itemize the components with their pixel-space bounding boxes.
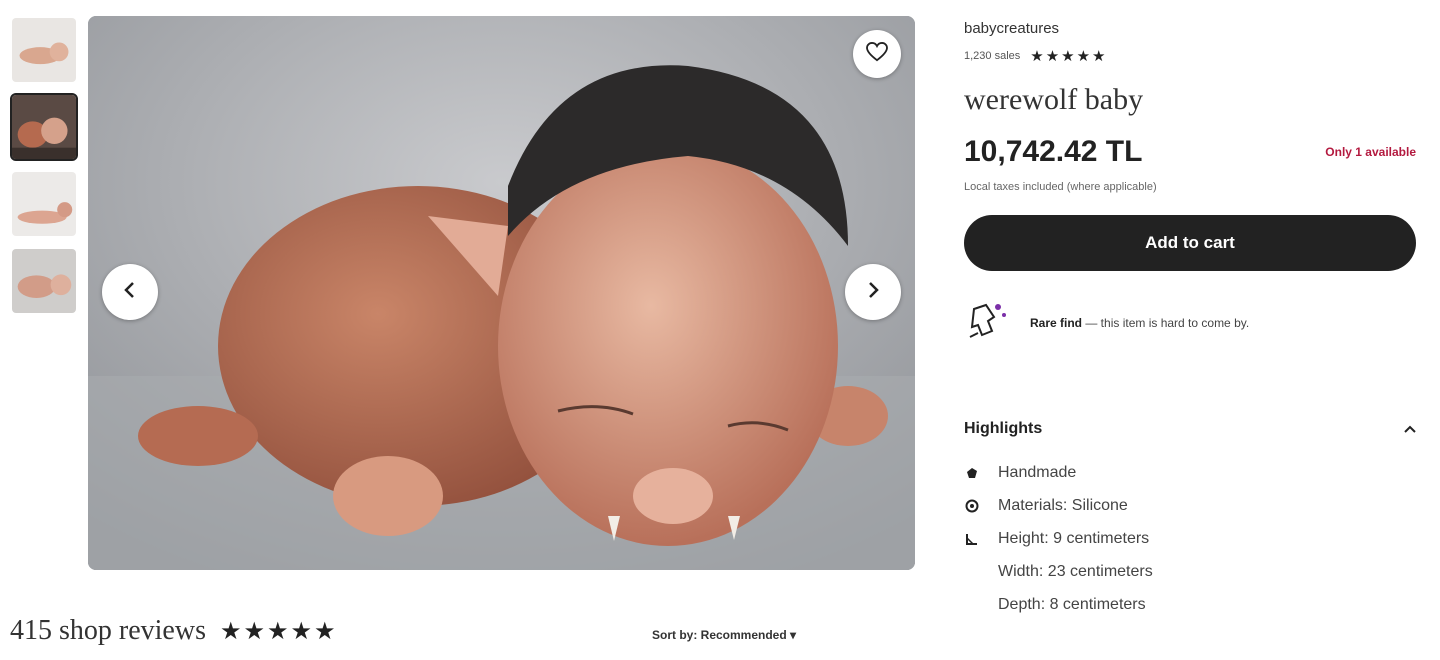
caret-down-icon: ▾ (790, 628, 797, 642)
reviews-rating-stars: ★★★★★ (219, 617, 338, 645)
highlight-item: Materials: Silicone (964, 489, 1416, 522)
price-row: 10,742.42 TL Only 1 available (964, 135, 1416, 169)
highlight-item: Height: 9 centimeters (964, 522, 1416, 555)
sales-count: 1,230 sales (964, 50, 1021, 62)
chevron-left-icon (123, 281, 137, 304)
price: 10,742.42 TL (964, 135, 1143, 168)
shop-rating-stars[interactable]: ★★★★★ (1030, 47, 1107, 65)
highlight-text: Depth: 8 centimeters (998, 595, 1146, 613)
rare-find-description: — this item is hard to come by. (1082, 315, 1250, 330)
highlight-text: Handmade (998, 463, 1077, 481)
listing-details: babycreatures 1,230 sales ★★★★★ werewolf… (964, 20, 1416, 621)
thumbnail-image (12, 249, 76, 313)
thumbnail-2[interactable] (10, 93, 78, 161)
add-to-cart-button[interactable]: Add to cart (964, 215, 1416, 271)
highlight-item: Handmade (964, 456, 1416, 489)
heart-icon (866, 41, 888, 67)
highlights-list: Handmade Materials: Silicone Height: 9 c… (964, 456, 1416, 621)
thumbnail-1[interactable] (10, 16, 78, 84)
rare-find-row: Rare find — this item is hard to come by… (964, 297, 1416, 348)
highlight-item: Width: 23 centimeters (964, 555, 1416, 588)
hand-icon (964, 465, 980, 481)
thumbnail-image (12, 172, 76, 236)
product-photo (88, 16, 915, 570)
thumbnail-image (12, 18, 76, 82)
highlight-item: Depth: 8 centimeters (964, 588, 1416, 621)
highlight-text: Height: 9 centimeters (998, 529, 1150, 547)
highlights-toggle[interactable]: Highlights (964, 420, 1416, 438)
highlight-text: Width: 23 centimeters (998, 562, 1153, 580)
sort-dropdown[interactable]: Sort by: Recommended ▾ (652, 628, 796, 642)
rare-find-icon (964, 297, 1012, 348)
favorite-button[interactable] (853, 30, 901, 78)
thumbnail-3[interactable] (10, 170, 78, 238)
highlight-text: Materials: Silicone (998, 496, 1128, 514)
rare-find-text: Rare find — this item is hard to come by… (1030, 316, 1249, 330)
chevron-right-icon (866, 281, 880, 304)
listing-title: werewolf baby (964, 83, 1144, 116)
main-product-image (88, 16, 915, 570)
rare-find-label: Rare find (1030, 315, 1083, 330)
reviews-title: 415 shop reviews (10, 615, 206, 646)
next-image-button[interactable] (845, 264, 901, 320)
taxes-note: Local taxes included (where applicable) (964, 181, 1157, 193)
sales-row: 1,230 sales ★★★★★ (964, 47, 1416, 65)
reviews-header: 415 shop reviews ★★★★★ (10, 615, 338, 647)
previous-image-button[interactable] (102, 264, 158, 320)
chevron-up-icon (1404, 420, 1416, 438)
availability-badge: Only 1 available (1325, 145, 1416, 159)
shop-name-link[interactable]: babycreatures (964, 20, 1416, 37)
sort-label: Sort by: Recommended (652, 628, 787, 642)
thumbnail-4[interactable] (10, 247, 78, 315)
thumbnail-strip (10, 16, 82, 324)
materials-icon (964, 498, 980, 514)
thumbnail-image (12, 95, 76, 159)
ruler-icon (964, 531, 980, 547)
highlights-title: Highlights (964, 420, 1043, 437)
